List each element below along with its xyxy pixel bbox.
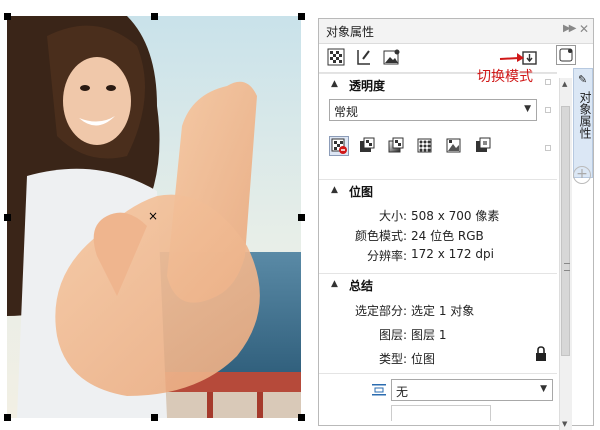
chevron-down-icon: ▼ [540, 384, 547, 394]
transparency-pin-checkbox[interactable] [545, 79, 551, 85]
summary-section-title: 总结 [349, 279, 374, 293]
selection-handle-bottom-center[interactable] [151, 414, 158, 421]
wrap-offset-field[interactable] [391, 405, 491, 421]
selection-handle-bottom-left[interactable] [4, 414, 11, 421]
lock-icon[interactable] [534, 346, 548, 362]
blend-mode-checkbox[interactable] [545, 107, 551, 113]
transparency-section-title: 透明度 [349, 79, 386, 93]
blend-mode-dropdown[interactable]: 常规 ▼ [329, 99, 537, 121]
switch-mode-annotation: 切换模式 [477, 69, 533, 85]
texture-transparency-icon[interactable] [474, 136, 494, 156]
bitmap-resolution-value: 172 x 172 dpi [411, 247, 494, 261]
summary-type-row: 类型: 位图 [319, 350, 557, 366]
bitmap-resolution-label: 分辨率: [366, 249, 407, 263]
wrap-text-value: 无 [396, 385, 409, 399]
collapse-triangle-icon: ▲ [331, 185, 338, 195]
docker-side-strip: ▲ ▼ ✎ 对象属性 + [556, 44, 593, 430]
close-docker-icon[interactable]: ✕ [579, 22, 589, 36]
vector-pattern-transparency-icon[interactable] [416, 136, 436, 156]
selection-handle-top-left[interactable] [4, 13, 11, 20]
properties-tab-icon: ✎ [578, 73, 588, 86]
selection-handle-top-right[interactable] [298, 13, 305, 20]
summary-selection-row: 选定部分: 选定 1 对象 [319, 302, 557, 318]
section-divider [319, 373, 557, 374]
outline-pen-icon[interactable] [355, 48, 375, 68]
bitmap-resolution-row: 分辨率: 172 x 172 dpi [319, 247, 557, 263]
bitmap-size-row: 大小: 508 x 700 像素 [319, 207, 557, 223]
bitmap-section-header[interactable]: ▲ 位图 [319, 179, 557, 202]
add-docker-icon[interactable]: + [573, 166, 591, 184]
transparency-type-buttons [329, 136, 529, 158]
blend-mode-value: 常规 [334, 105, 359, 119]
wrap-text-icon [372, 384, 386, 396]
summary-layer-row: 图层: 图层 1 [319, 326, 557, 342]
image-icon[interactable] [383, 48, 403, 68]
docker-content: ▲ 透明度 常规 ▼ ▲ 位图 大小: 508 x 700 像素 颜色模式: 2… [319, 73, 557, 425]
summary-layer-label: 图层: [378, 328, 407, 342]
rotation-center-marker[interactable]: × [148, 210, 158, 222]
scrollbar-thumb[interactable] [561, 106, 570, 356]
gradient-transparency-icon[interactable] [387, 136, 407, 156]
summary-type-value: 位图 [411, 352, 436, 366]
docker-title-bar: 对象属性 ▶▶ ✕ [319, 19, 593, 44]
bitmap-color-mode-row: 颜色模式: 24 位色 RGB [319, 227, 557, 243]
tab-object-properties-label: 对象属性 [578, 91, 592, 139]
summary-selection-label: 选定部分: [354, 304, 407, 318]
selection-handle-top-center[interactable] [151, 13, 158, 20]
docker-page-icon[interactable] [556, 45, 576, 65]
vertical-scrollbar[interactable]: ▲ ▼ [559, 78, 572, 430]
bitmap-size-label: 大小: [378, 209, 407, 223]
scroll-down-icon[interactable]: ▼ [562, 420, 567, 428]
bitmap-color-mode-value: 24 位色 RGB [411, 229, 484, 243]
wrap-text-dropdown[interactable]: 无 ▼ [391, 379, 553, 401]
bitmap-section-title: 位图 [349, 185, 374, 199]
transparency-type-checkbox[interactable] [545, 145, 551, 151]
scroll-up-icon[interactable]: ▲ [562, 80, 567, 88]
selection-handle-middle-right[interactable] [298, 214, 305, 221]
collapse-triangle-icon: ▲ [331, 79, 338, 89]
bitmap-pattern-transparency-icon[interactable] [445, 136, 465, 156]
summary-section-header[interactable]: ▲ 总结 [319, 273, 557, 296]
collapse-triangle-icon: ▲ [331, 279, 338, 289]
scrollbar-grip-icon [564, 263, 570, 271]
object-properties-docker: 对象属性 ▶▶ ✕ ▲ 透明度 常规 ▼ ▲ 位图 大小: 508 x 700 … [318, 18, 594, 430]
selection-handle-middle-left[interactable] [4, 214, 11, 221]
bitmap-color-mode-label: 颜色模式: [354, 229, 407, 243]
uniform-transparency-icon[interactable] [358, 136, 378, 156]
collapse-docker-icon[interactable]: ▶▶ [563, 23, 576, 34]
summary-selection-value: 选定 1 对象 [411, 304, 475, 318]
tab-object-properties[interactable]: ✎ 对象属性 [573, 68, 593, 178]
summary-type-label: 类型: [378, 352, 407, 366]
chevron-down-icon: ▼ [524, 104, 531, 114]
docker-title: 对象属性 [326, 25, 375, 39]
no-transparency-icon[interactable] [329, 136, 349, 156]
selection-handle-bottom-right[interactable] [298, 414, 305, 421]
bitmap-size-value: 508 x 700 像素 [411, 209, 500, 223]
summary-layer-value: 图层 1 [411, 328, 447, 342]
annotation-arrow-icon [499, 53, 524, 62]
checker-fill-icon[interactable] [327, 48, 347, 68]
